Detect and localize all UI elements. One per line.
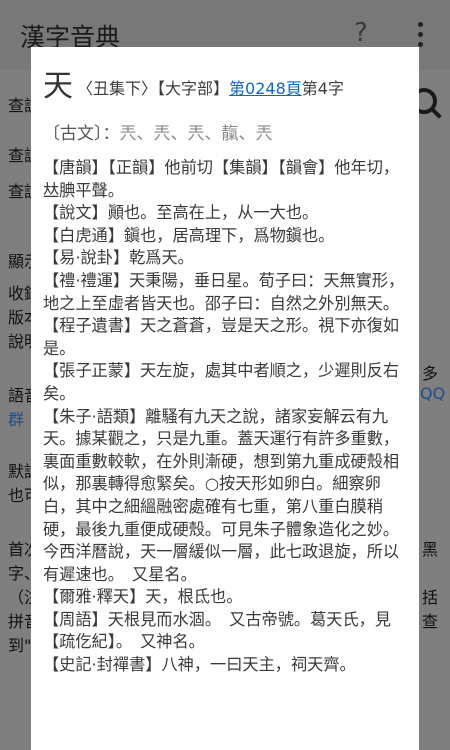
entry-tangyun: 【唐韻】【正韻】他前切【集韻】【韻會】他年切，𠀤腆平聲。 bbox=[43, 158, 400, 200]
entry-zhangzi: 【張子正蒙】天左旋，處其中者順之，少遲則反右矣。 bbox=[43, 361, 400, 403]
more-options-icon[interactable] bbox=[417, 22, 425, 48]
ancient-variants: 〔古文〕：兲、兲、兲、靝、兲 bbox=[43, 119, 273, 144]
entry-yi-shuogua: 【易·說卦】乾爲天。 bbox=[43, 248, 194, 268]
entry-chengzi: 【程子遺書】天之蒼蒼，豈是天之形。視下亦復如是。 bbox=[43, 316, 400, 358]
entry-shiji: 【史記·封禪書】八神，一曰天主，祠天齊。 bbox=[43, 655, 356, 675]
char-index: 第4字 bbox=[301, 79, 344, 98]
entry-shuowen: 【說文】顚也。至高在上，从一大也。 bbox=[43, 203, 319, 223]
bg-fragment: 多 bbox=[422, 364, 439, 383]
bg-link[interactable]: 群 bbox=[8, 406, 24, 430]
headword-char: 天 bbox=[43, 69, 73, 104]
entry-zhouyu: 【周語】天根見而水涸。 又古帝號。葛天氏，見【疏仡紀】。 又神名。 bbox=[43, 609, 392, 652]
dialog-header: 天〈丑集下〉【大字部】第0248頁第4字 bbox=[43, 61, 344, 105]
entry-li-liyun: 【禮·禮運】天秉陽，垂日星。荀子曰：天無實形，地之上至虛者皆天也。邵子曰：自然之… bbox=[43, 270, 405, 313]
bg-fragment: 括 bbox=[422, 588, 439, 607]
entry-baihutong: 【白虎通】鎭也，居高理下，爲物鎭也。 bbox=[43, 225, 335, 245]
variants-chars: 兲、兲、兲、靝、兲 bbox=[119, 124, 273, 144]
page-link[interactable]: 第0248頁 bbox=[229, 79, 302, 98]
entry-zhuzi: 【朱子·語類】離騷有九天之說，諸家妄解云有九天。據某觀之，只是九重。蓋天運行有許… bbox=[43, 406, 400, 584]
volume-label: 〈丑集下〉 bbox=[77, 79, 158, 98]
radical-label: 【大字部】 bbox=[157, 79, 230, 98]
entry-erya: 【爾雅·釋天】天，根氐也。 bbox=[43, 587, 243, 607]
dictionary-dialog: 天〈丑集下〉【大字部】第0248頁第4字 〔古文〕：兲、兲、兲、靝、兲 【唐韻】… bbox=[31, 47, 419, 750]
dictionary-entries: 【唐韻】【正韻】他前切【集韻】【韻會】他年切，𠀤腆平聲。 【說文】顚也。至高在上… bbox=[43, 157, 409, 677]
bg-line: 到" bbox=[8, 636, 32, 655]
help-icon[interactable]: ? bbox=[354, 18, 368, 48]
bg-fragment: 黑 bbox=[422, 540, 439, 559]
variants-label: 〔古文〕： bbox=[43, 124, 120, 144]
bg-fragment: 查 bbox=[422, 612, 439, 631]
bg-fragment-link[interactable]: QQ bbox=[420, 384, 445, 403]
